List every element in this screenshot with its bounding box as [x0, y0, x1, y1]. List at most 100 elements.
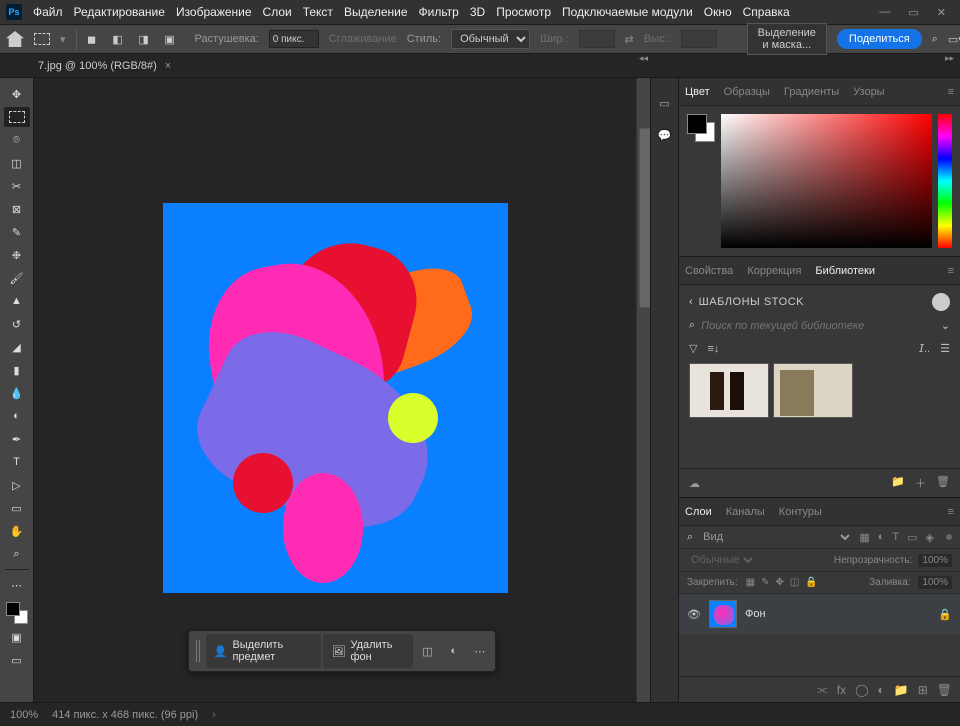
- dodge-tool-icon[interactable]: ◐: [4, 406, 30, 426]
- quick-mask-icon[interactable]: ▣: [4, 627, 30, 647]
- workspace-switcher-icon[interactable]: ▭▾: [948, 28, 960, 50]
- menu-edit[interactable]: Редактирование: [74, 5, 165, 19]
- move-tool-icon[interactable]: ✥: [4, 84, 30, 104]
- gradient-tool-icon[interactable]: ▮: [4, 360, 30, 380]
- lock-position-icon[interactable]: ✥: [776, 577, 784, 588]
- hand-tool-icon[interactable]: ✋: [4, 521, 30, 541]
- filter-shape-icon[interactable]: ▭: [907, 531, 917, 544]
- menu-help[interactable]: Справка: [743, 5, 790, 19]
- group-layers-icon[interactable]: 📁: [894, 683, 909, 697]
- layer-row[interactable]: 👁 Фон 🔒: [679, 594, 960, 634]
- color-swatches[interactable]: [6, 602, 28, 624]
- crop-tool-icon[interactable]: ✂: [4, 176, 30, 196]
- color-field[interactable]: [721, 114, 932, 248]
- sort-icon[interactable]: ≡↓: [707, 343, 719, 355]
- menu-3d[interactable]: 3D: [470, 5, 485, 19]
- tab-channels[interactable]: Каналы: [726, 506, 765, 518]
- pen-tool-icon[interactable]: ✒: [4, 429, 30, 449]
- comments-panel-icon[interactable]: 💬: [656, 126, 674, 144]
- folder-icon[interactable]: 📁: [891, 475, 905, 491]
- type-tool-icon[interactable]: T: [4, 452, 30, 472]
- user-avatar[interactable]: [932, 293, 950, 311]
- zoom-tool-icon[interactable]: ⌕: [4, 544, 30, 564]
- learn-panel-icon[interactable]: ▭: [656, 94, 674, 112]
- collapse-panels-icon[interactable]: ◂◂: [639, 53, 648, 64]
- zoom-level[interactable]: 100%: [10, 709, 38, 721]
- info-chevron-icon[interactable]: ›: [212, 709, 216, 721]
- document-info[interactable]: 414 пикс. x 468 пикс. (96 ppi): [52, 709, 198, 721]
- fill-value[interactable]: 100%: [918, 576, 952, 589]
- filter-icon[interactable]: ▽: [689, 342, 697, 355]
- layer-thumbnail[interactable]: [709, 600, 737, 628]
- object-select-tool-icon[interactable]: ◫: [4, 153, 30, 173]
- marquee-tool-icon[interactable]: [4, 107, 30, 127]
- path-select-tool-icon[interactable]: ▷: [4, 475, 30, 495]
- filter-smart-icon[interactable]: ◈: [926, 531, 934, 544]
- adjustment-layer-icon[interactable]: ◐: [878, 683, 885, 697]
- menu-plugins[interactable]: Подключаемые модули: [562, 5, 693, 19]
- menu-filter[interactable]: Фильтр: [419, 5, 459, 19]
- history-brush-tool-icon[interactable]: ↺: [4, 314, 30, 334]
- screen-mode-icon[interactable]: ▭: [4, 650, 30, 670]
- menu-image[interactable]: Изображение: [176, 5, 252, 19]
- transform-icon[interactable]: ◫: [415, 638, 439, 664]
- style-select[interactable]: Обычный: [451, 29, 530, 49]
- layer-name[interactable]: Фон: [745, 608, 766, 620]
- remove-background-button[interactable]: 🖼 Удалить фон: [323, 634, 413, 668]
- delete-layer-icon[interactable]: 🗑: [937, 683, 952, 697]
- selection-subtract-icon[interactable]: ◨: [133, 28, 155, 50]
- tab-layers[interactable]: Слои: [685, 506, 712, 518]
- cloud-sync-icon[interactable]: ☁: [689, 477, 700, 490]
- home-button[interactable]: [6, 28, 24, 50]
- menu-text[interactable]: Текст: [303, 5, 333, 19]
- menu-file[interactable]: Файл: [33, 5, 63, 19]
- layer-locked-icon[interactable]: 🔒: [938, 608, 952, 621]
- library-back-icon[interactable]: ‹: [689, 296, 693, 308]
- tab-color[interactable]: Цвет: [685, 86, 710, 98]
- add-icon[interactable]: ＋: [915, 475, 926, 491]
- chevron-down-icon[interactable]: ⌄: [941, 319, 950, 332]
- clone-stamp-tool-icon[interactable]: ▲: [4, 291, 30, 311]
- tab-properties[interactable]: Свойства: [685, 265, 733, 277]
- lock-all-icon[interactable]: 🔒: [805, 577, 817, 588]
- filter-adjustment-icon[interactable]: ◐: [878, 531, 885, 544]
- selection-new-icon[interactable]: ◼: [81, 28, 103, 50]
- vertical-scrollbar[interactable]: [636, 78, 650, 702]
- filter-toggle-icon[interactable]: [946, 534, 952, 540]
- layer-filter-select[interactable]: Вид: [699, 530, 853, 544]
- opacity-value[interactable]: 100%: [918, 554, 952, 567]
- blur-tool-icon[interactable]: 💧: [4, 383, 30, 403]
- adjustment-icon[interactable]: ◐: [442, 638, 466, 664]
- shape-tool-icon[interactable]: ▭: [4, 498, 30, 518]
- menu-layers[interactable]: Слои: [263, 5, 292, 19]
- feather-input[interactable]: [269, 30, 319, 48]
- close-tab-icon[interactable]: ×: [165, 60, 171, 72]
- window-maximize-icon[interactable]: ▭: [908, 6, 918, 19]
- brush-tool-icon[interactable]: 🖌: [4, 268, 30, 288]
- tool-preset-marquee-icon[interactable]: [34, 28, 50, 50]
- lock-artboard-icon[interactable]: ◫: [790, 577, 799, 588]
- menu-view[interactable]: Просмотр: [496, 5, 551, 19]
- panel-menu-icon[interactable]: ≡: [948, 506, 954, 518]
- window-close-icon[interactable]: ✕: [937, 6, 946, 19]
- select-subject-button[interactable]: 👤 Выделить предмет: [206, 634, 322, 668]
- more-options-icon[interactable]: ⋯: [468, 638, 492, 664]
- color-fg-bg-swatches[interactable]: [687, 114, 715, 142]
- healing-brush-tool-icon[interactable]: ❉: [4, 245, 30, 265]
- frame-tool-icon[interactable]: ⊠: [4, 199, 30, 219]
- filter-pixel-icon[interactable]: ▦: [859, 531, 869, 544]
- lasso-tool-icon[interactable]: ⌾: [4, 130, 30, 150]
- document-canvas[interactable]: [163, 203, 508, 593]
- eyedropper-tool-icon[interactable]: ✎: [4, 222, 30, 242]
- tab-adjustments[interactable]: Коррекция: [747, 265, 801, 277]
- tab-patterns[interactable]: Узоры: [853, 86, 884, 98]
- view-text-icon[interactable]: 𝘐..: [919, 342, 930, 355]
- menu-select[interactable]: Выделение: [344, 5, 408, 19]
- filter-type-icon[interactable]: T: [892, 531, 899, 544]
- trash-icon[interactable]: 🗑: [936, 475, 950, 491]
- share-button[interactable]: Поделиться: [837, 29, 922, 49]
- panel-menu-icon[interactable]: ≡: [948, 86, 954, 98]
- library-search-input[interactable]: [701, 320, 935, 332]
- tab-libraries[interactable]: Библиотеки: [815, 265, 875, 277]
- tab-swatches[interactable]: Образцы: [724, 86, 770, 98]
